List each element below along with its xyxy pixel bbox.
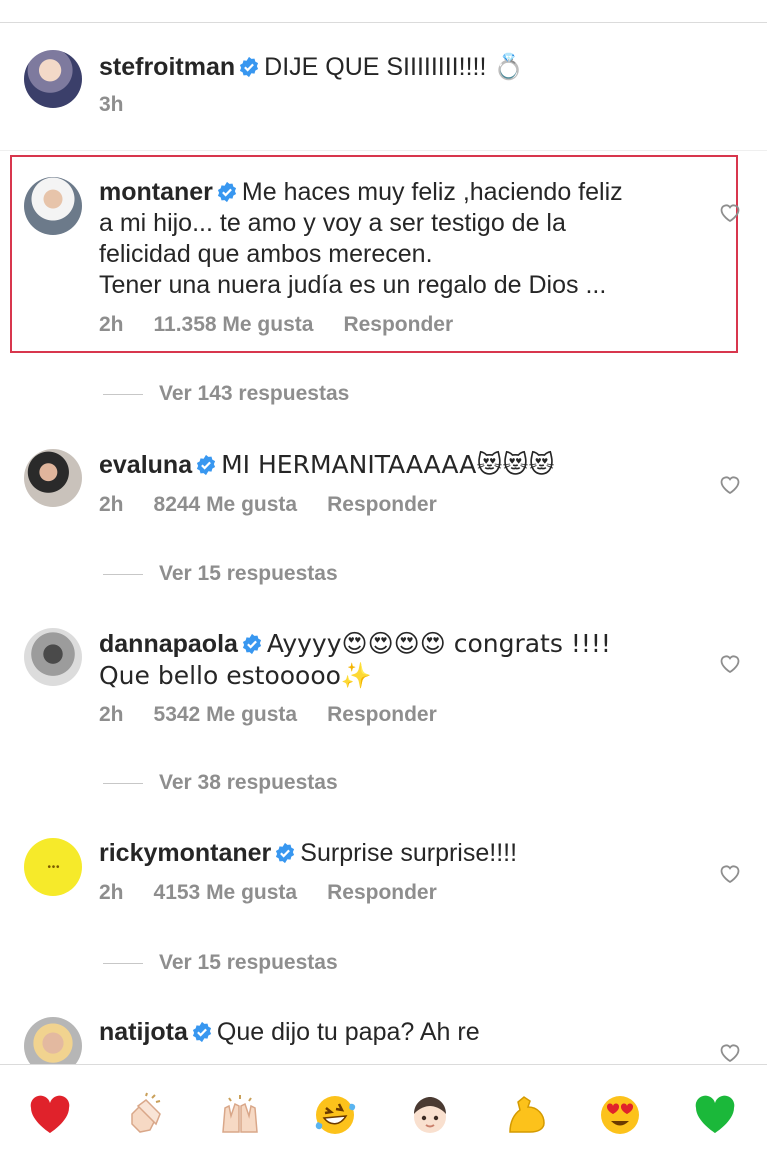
green-heart-icon[interactable] bbox=[687, 1087, 743, 1143]
comment-text-line: Que bello estooooo✨ bbox=[99, 661, 373, 690]
view-replies-button[interactable]: Ver 15 respuestas bbox=[103, 951, 338, 975]
avatar[interactable] bbox=[24, 177, 82, 235]
view-replies-button[interactable]: Ver 38 respuestas bbox=[103, 771, 338, 795]
quick-reaction-bar bbox=[0, 1064, 767, 1164]
rolling-laughing-face-icon[interactable] bbox=[307, 1087, 363, 1143]
red-heart-icon[interactable] bbox=[22, 1087, 78, 1143]
comment-text-line: a mi hijo... te amo y voy a ser testigo … bbox=[99, 209, 566, 237]
comment-text-line: Me haces muy feliz ,haciendo feliz bbox=[241, 178, 623, 206]
comment-evaluna: evaluna MI HERMANITAAAAA😻😻😻 2h 8244 Me gu… bbox=[24, 449, 744, 517]
comment-text: MI HERMANITAAAAA😻😻😻 bbox=[221, 450, 555, 479]
view-replies-label: Ver 15 respuestas bbox=[159, 951, 338, 974]
verified-badge-icon bbox=[276, 842, 295, 864]
verified-badge-icon bbox=[192, 1021, 211, 1043]
verified-badge-icon bbox=[242, 633, 261, 655]
reply-button[interactable]: Responder bbox=[343, 313, 453, 337]
comment-time: 2h bbox=[99, 881, 124, 904]
comment-text-line: Tener una nuera judía es un regalo de Di… bbox=[99, 271, 607, 299]
child-face-icon[interactable] bbox=[402, 1087, 458, 1143]
reply-button[interactable]: Responder bbox=[327, 493, 437, 517]
view-replies-button[interactable]: Ver 143 respuestas bbox=[103, 382, 349, 406]
verified-badge-icon bbox=[197, 454, 216, 476]
view-replies-label: Ver 15 respuestas bbox=[159, 562, 338, 585]
like-heart-icon[interactable] bbox=[718, 473, 742, 495]
comment-username[interactable]: evaluna bbox=[99, 451, 192, 479]
comment-rickymontaner: • • • rickymontaner Surprise surprise!!!!… bbox=[24, 838, 744, 905]
replies-line bbox=[103, 962, 143, 964]
comment-montaner: montaner Me haces muy feliz ,haciendo fel… bbox=[24, 177, 744, 337]
comment-natijota: natijota Que dijo tu papa? Ah re bbox=[24, 1017, 744, 1075]
comment-username[interactable]: montaner bbox=[99, 178, 213, 206]
top-divider bbox=[0, 22, 767, 23]
replies-line bbox=[103, 393, 143, 395]
comment-text: Surprise surprise!!!! bbox=[300, 839, 518, 867]
like-heart-icon[interactable] bbox=[718, 862, 742, 884]
comment-username[interactable]: dannapaola bbox=[99, 630, 238, 658]
view-replies-label: Ver 38 respuestas bbox=[159, 771, 338, 794]
comment-text-line: Ayyyy😍😍😍😍 congrats !!!! bbox=[266, 629, 611, 658]
flexed-biceps-icon[interactable] bbox=[497, 1087, 553, 1143]
like-heart-icon[interactable] bbox=[718, 652, 742, 674]
like-count[interactable]: 11.358 Me gusta bbox=[154, 313, 314, 337]
avatar[interactable] bbox=[24, 449, 82, 507]
caption-time: 3h bbox=[99, 93, 124, 116]
like-heart-icon[interactable] bbox=[718, 1041, 742, 1063]
like-heart-icon[interactable] bbox=[718, 201, 742, 223]
like-count[interactable]: 4153 Me gusta bbox=[154, 881, 298, 905]
reply-button[interactable]: Responder bbox=[327, 703, 437, 727]
view-replies-label: Ver 143 respuestas bbox=[159, 382, 350, 405]
avatar[interactable] bbox=[24, 50, 82, 108]
like-count[interactable]: 8244 Me gusta bbox=[154, 493, 298, 517]
heart-eyes-face-icon[interactable] bbox=[592, 1087, 648, 1143]
caption-text: DIJE QUE SIIIIIIII!!!! 💍 bbox=[264, 53, 525, 81]
comment-username[interactable]: rickymontaner bbox=[99, 839, 271, 867]
comment-time: 2h bbox=[99, 493, 124, 516]
comment-text-line: felicidad que ambos merecen. bbox=[99, 240, 433, 268]
comment-time: 2h bbox=[99, 703, 124, 726]
verified-badge-icon bbox=[217, 181, 236, 203]
raising-hands-icon[interactable] bbox=[212, 1087, 268, 1143]
view-replies-button[interactable]: Ver 15 respuestas bbox=[103, 562, 338, 586]
comment-username[interactable]: natijota bbox=[99, 1018, 188, 1046]
post-caption: stefroitman DIJE QUE SIIIIIIII!!!! 💍 3h bbox=[24, 48, 744, 117]
caption-divider bbox=[0, 150, 767, 151]
comment-dannapaola: dannapaola Ayyyy😍😍😍😍 congrats !!!! Que be… bbox=[24, 628, 744, 727]
caption-username[interactable]: stefroitman bbox=[99, 53, 235, 81]
replies-line bbox=[103, 573, 143, 575]
avatar[interactable] bbox=[24, 628, 82, 686]
verified-badge-icon bbox=[240, 56, 259, 78]
like-count[interactable]: 5342 Me gusta bbox=[154, 703, 298, 727]
comment-text: Que dijo tu papa? Ah re bbox=[216, 1018, 480, 1046]
reply-button[interactable]: Responder bbox=[327, 881, 437, 905]
replies-line bbox=[103, 782, 143, 784]
avatar[interactable]: • • • bbox=[24, 838, 82, 896]
comment-time: 2h bbox=[99, 313, 124, 336]
clapping-hands-icon[interactable] bbox=[117, 1087, 173, 1143]
